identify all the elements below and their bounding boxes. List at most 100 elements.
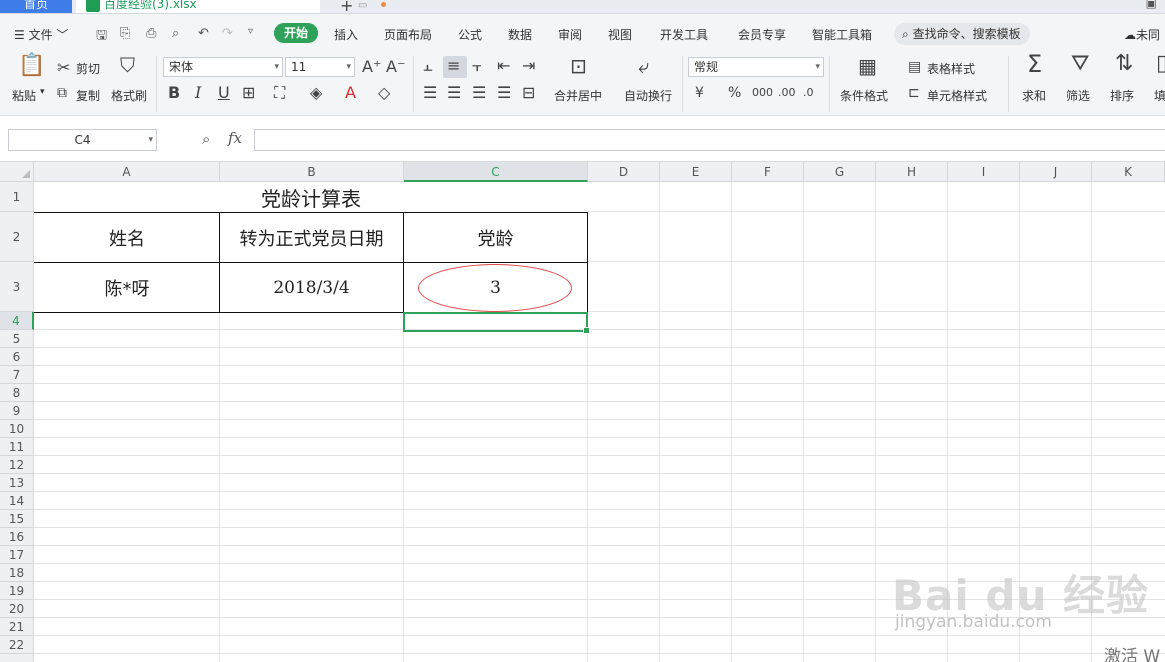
copy-button[interactable]: 复制 — [76, 87, 100, 104]
cut-button[interactable]: 剪切 — [76, 60, 100, 77]
align-right-icon[interactable]: ☰ — [472, 85, 486, 101]
cell-a3-name[interactable]: 陈*呀 — [35, 263, 219, 312]
cell-a2-name-header[interactable]: 姓名 — [35, 213, 219, 262]
new-tab-button[interactable]: + — [340, 0, 353, 13]
sort-button[interactable]: 排序 — [1110, 87, 1134, 104]
justify-icon[interactable]: ☰ — [497, 85, 511, 101]
column-header-i[interactable]: I — [948, 162, 1020, 182]
indent-decrease-icon[interactable]: ⇤ — [497, 58, 510, 74]
fill-button[interactable]: 填 — [1154, 87, 1165, 104]
menu-formula[interactable]: 公式 — [458, 26, 482, 43]
column-header-d[interactable]: D — [588, 162, 660, 182]
selected-cell-c4[interactable] — [403, 312, 590, 334]
decrease-decimal-icon[interactable]: .0 — [803, 85, 814, 101]
column-header-b[interactable]: B — [220, 162, 404, 182]
row-header-14[interactable]: 14 — [0, 492, 34, 510]
row-header-20[interactable]: 20 — [0, 600, 34, 618]
fx-icon[interactable]: fx — [228, 129, 242, 147]
menu-smart-toolbox[interactable]: 智能工具箱 — [812, 26, 872, 43]
copy-icon[interactable]: ⧉ — [57, 85, 67, 101]
percent-icon[interactable]: % — [728, 85, 741, 101]
paste-icon[interactable]: 📋 — [18, 55, 45, 77]
format-painter-icon[interactable]: ⛉ — [120, 55, 135, 75]
decrease-font-icon[interactable]: A⁻ — [386, 59, 405, 75]
row-header-16[interactable]: 16 — [0, 528, 34, 546]
sync-status[interactable]: ☁未同 — [1124, 26, 1160, 43]
menu-view[interactable]: 视图 — [608, 26, 632, 43]
cell-a1-title[interactable]: 党龄计算表 — [34, 182, 588, 212]
align-bottom-icon[interactable]: ⫟ — [472, 58, 482, 74]
print-icon[interactable]: ⎙ — [146, 26, 156, 41]
row-header-17[interactable]: 17 — [0, 546, 34, 564]
redo-icon[interactable]: ↷ — [222, 26, 233, 41]
sum-icon[interactable]: Σ — [1027, 52, 1042, 76]
fill-color-icon[interactable]: ◈ — [310, 85, 322, 101]
select-all-corner[interactable] — [0, 162, 34, 182]
row-header-21[interactable]: 21 — [0, 618, 34, 636]
number-format-select[interactable]: 常规 ▾ — [688, 57, 824, 77]
row-header-6[interactable]: 6 — [0, 348, 34, 366]
clear-format-icon[interactable]: ◇ — [378, 85, 390, 101]
cell-style-icon[interactable]: ⊏ — [908, 85, 920, 101]
export-icon[interactable]: ⎘ — [120, 26, 130, 41]
distribute-icon[interactable]: ⊟ — [522, 85, 535, 101]
undo-icon[interactable]: ↶ — [198, 26, 209, 41]
filter-button[interactable]: 筛选 — [1066, 87, 1090, 104]
row-header-22[interactable]: 22 — [0, 636, 34, 654]
command-search[interactable]: ⌕ 查找命令、搜索模板 — [894, 23, 1030, 45]
tab-document[interactable]: 百度经验(3).xlsx ▭ — [76, 0, 386, 13]
font-name-select[interactable]: 宋体 ▾ — [163, 57, 283, 77]
menu-member[interactable]: 会员专享 — [738, 26, 786, 43]
table-style-icon[interactable]: ▤ — [908, 59, 921, 75]
row-header-19[interactable]: 19 — [0, 582, 34, 600]
conditional-format-icon[interactable]: ▦ — [858, 56, 877, 76]
border-icon[interactable]: ⊞ — [242, 85, 255, 101]
print-preview-icon[interactable]: ⌕ — [172, 26, 179, 41]
row-header-3[interactable]: 3 — [0, 262, 34, 312]
row-header-2[interactable]: 2 — [0, 212, 34, 262]
column-header-h[interactable]: H — [876, 162, 948, 182]
menu-review[interactable]: 审阅 — [558, 26, 582, 43]
row-header-23[interactable] — [0, 654, 34, 662]
align-left-icon[interactable]: ☰ — [423, 85, 437, 101]
filter-icon[interactable]: ⛛ — [1071, 53, 1089, 75]
align-center-icon[interactable]: ☰ — [447, 85, 461, 101]
sort-icon[interactable]: ⇅ — [1115, 53, 1133, 75]
name-box[interactable]: C4 ▾ — [8, 129, 157, 151]
row-header-15[interactable]: 15 — [0, 510, 34, 528]
menu-developer[interactable]: 开发工具 — [660, 26, 708, 43]
font-size-select[interactable]: 11 ▾ — [285, 57, 355, 77]
worksheet-grid[interactable]: A B C D E F G H I J K 1 2 3 4 5 6 7 8 9 … — [0, 162, 1165, 662]
paste-dropdown-icon[interactable]: ▾ — [40, 87, 45, 97]
window-icon[interactable]: ▣ — [1146, 0, 1157, 10]
row-header-5[interactable]: 5 — [0, 330, 34, 348]
menu-start[interactable]: 开始 — [274, 23, 318, 43]
row-header-12[interactable]: 12 — [0, 456, 34, 474]
scissors-icon[interactable]: ✂ — [57, 60, 70, 76]
formula-input[interactable] — [254, 129, 1165, 151]
wrap-text-icon[interactable]: ⤶ — [638, 56, 649, 76]
row-header-9[interactable]: 9 — [0, 402, 34, 420]
align-middle-icon[interactable]: ≡ — [447, 58, 460, 74]
column-header-e[interactable]: E — [660, 162, 732, 182]
format-painter-button[interactable]: 格式刷 — [111, 87, 147, 104]
quick-access-dropdown-icon[interactable]: ▿ — [248, 26, 253, 37]
row-header-13[interactable]: 13 — [0, 474, 34, 492]
column-header-c[interactable]: C — [404, 162, 588, 182]
row-header-1[interactable]: 1 — [0, 182, 34, 212]
column-header-k[interactable]: K — [1092, 162, 1165, 182]
merge-center-icon[interactable]: ⊡ — [570, 56, 587, 76]
conditional-format-button[interactable]: 条件格式 — [840, 87, 888, 104]
bold-icon[interactable]: B — [168, 85, 180, 101]
table-style-button[interactable]: 表格样式 — [927, 60, 975, 77]
save-icon[interactable]: 🖫 — [96, 26, 107, 48]
indent-increase-icon[interactable]: ⇥ — [522, 58, 535, 74]
cell-c2-age-header[interactable]: 党龄 — [404, 213, 587, 262]
paste-button[interactable]: 粘贴 — [12, 87, 36, 104]
row-header-7[interactable]: 7 — [0, 366, 34, 384]
menu-data[interactable]: 数据 — [508, 26, 532, 43]
merge-center-button[interactable]: 合并居中 — [554, 87, 602, 104]
file-menu[interactable]: ☰ 文件 ﹀ — [14, 26, 68, 43]
menu-insert[interactable]: 插入 — [334, 26, 358, 43]
cell-b3-date[interactable]: 2018/3/4 — [220, 263, 403, 312]
